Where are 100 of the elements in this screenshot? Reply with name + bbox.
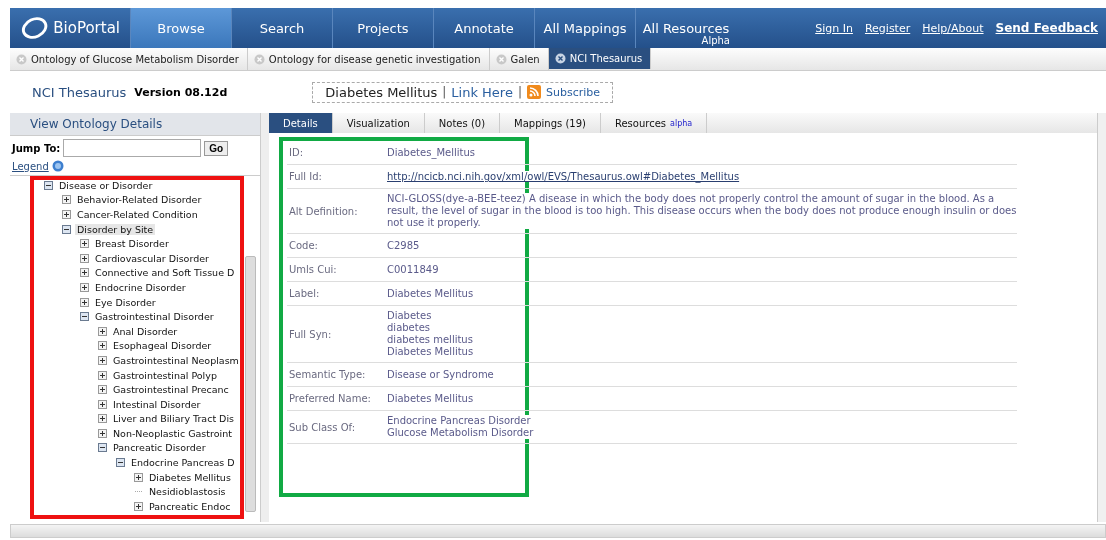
property-value: Glucose Metabolism Disorder bbox=[387, 427, 534, 439]
details-tab[interactable]: Visualization bbox=[332, 113, 425, 133]
expand-icon[interactable] bbox=[134, 501, 143, 511]
view-details-header[interactable]: View Ontology Details bbox=[10, 113, 260, 136]
nav-tab[interactable]: Browse bbox=[130, 8, 231, 48]
expand-icon[interactable] bbox=[80, 253, 89, 263]
header-link[interactable]: Help/About bbox=[922, 21, 984, 35]
expand-icon[interactable] bbox=[98, 399, 107, 409]
details-tab[interactable]: Notes (0) bbox=[424, 113, 501, 133]
ontology-tab[interactable]: Ontology for disease genetic investigation bbox=[247, 48, 490, 70]
property-value: Diabetes_Mellitus bbox=[387, 146, 475, 159]
tree-node[interactable]: Gastrointestinal Polyp bbox=[111, 369, 219, 381]
tree-node[interactable]: Gastrointestinal Neoplasm bbox=[111, 354, 241, 366]
help-icon[interactable] bbox=[51, 160, 64, 172]
property-value: Disease or Syndrome bbox=[387, 368, 494, 381]
tree-node[interactable]: Pancreatic Disorder bbox=[111, 442, 208, 454]
expand-icon[interactable] bbox=[98, 326, 107, 336]
header-link[interactable]: Send Feedback bbox=[995, 21, 1098, 35]
tree-node[interactable]: Cardiovascular Disorder bbox=[93, 252, 211, 264]
tree-node[interactable]: Disease or Disorder bbox=[57, 179, 155, 191]
collapse-icon[interactable] bbox=[116, 458, 125, 468]
property-label: Full Syn: bbox=[288, 328, 333, 340]
expand-icon[interactable] bbox=[98, 428, 107, 438]
ontology-tab[interactable]: Galen bbox=[489, 48, 549, 70]
tree-node[interactable]: Cancer-Related Condition bbox=[75, 209, 200, 220]
property-value: diabetes mellitus bbox=[387, 334, 474, 346]
expand-icon[interactable] bbox=[62, 210, 71, 219]
expand-icon[interactable] bbox=[98, 385, 107, 395]
details-tab[interactable]: Resources alpha bbox=[600, 113, 708, 133]
tree-node[interactable]: Eye Disorder bbox=[93, 296, 158, 308]
property-label: Alt Definition: bbox=[288, 205, 359, 217]
tree-node[interactable]: Intestinal Disorder bbox=[111, 398, 203, 410]
property-value: Diabetes Mellitus bbox=[387, 346, 474, 358]
subscribe-link[interactable]: Subscribe bbox=[546, 85, 601, 99]
expand-icon[interactable] bbox=[98, 370, 107, 380]
tree-node[interactable]: Liver and Biliary Tract Dis bbox=[111, 413, 237, 425]
property-label: Code: bbox=[288, 240, 319, 251]
tree-node[interactable]: Gastrointestinal Disorder bbox=[93, 311, 216, 323]
ontology-tab[interactable]: Ontology of Glucose Metabolism Disorder bbox=[10, 48, 248, 70]
jump-field[interactable] bbox=[63, 139, 202, 157]
legend-link[interactable]: Legend bbox=[12, 160, 49, 172]
ontology-tab[interactable]: NCI Thesaurus bbox=[548, 48, 652, 69]
header-link[interactable]: Register bbox=[864, 21, 911, 35]
property-value: Diabetes Mellitus bbox=[387, 392, 474, 405]
property-link[interactable]: http://ncicb.nci.nih.gov/xml/owl/EVS/Thesaurus.owl#Diabetes_Mellitus bbox=[387, 171, 740, 182]
close-icon[interactable] bbox=[554, 53, 566, 64]
ontology-version: Version 08.12d bbox=[134, 85, 229, 99]
expand-icon[interactable] bbox=[98, 414, 107, 424]
collapse-icon[interactable] bbox=[80, 312, 89, 322]
tree-node[interactable]: Behavior-Related Disorder bbox=[75, 194, 204, 206]
tree-node[interactable]: Diabetes Mellitus bbox=[147, 471, 233, 483]
separator: | bbox=[442, 85, 447, 99]
separator: | bbox=[517, 85, 522, 99]
expand-icon[interactable] bbox=[80, 282, 89, 292]
tree-node[interactable]: Esophageal Disorder bbox=[111, 340, 214, 352]
header-link[interactable]: Sign In bbox=[815, 21, 853, 35]
property-value: C0011849 bbox=[387, 263, 439, 276]
collapse-icon[interactable] bbox=[44, 180, 53, 190]
expand-icon[interactable] bbox=[98, 355, 107, 365]
jump-label: Jump To: bbox=[12, 142, 61, 154]
expand-icon[interactable] bbox=[80, 268, 89, 278]
tree-node[interactable]: Non-Neoplastic Gastroint bbox=[111, 427, 234, 439]
ring-logo-icon bbox=[20, 17, 50, 39]
expand-icon[interactable] bbox=[98, 341, 107, 351]
tree-node[interactable]: Connective and Soft Tissue D bbox=[93, 267, 237, 279]
expand-icon[interactable] bbox=[80, 239, 89, 249]
go-button[interactable]: Go bbox=[204, 140, 229, 156]
tree-node[interactable]: Pancreatic Endoc bbox=[147, 500, 233, 512]
property-value: Diabetes Mellitus bbox=[387, 287, 474, 300]
property-label: Preferred Name: bbox=[288, 393, 372, 404]
details-tab[interactable]: Mappings (19) bbox=[500, 113, 601, 133]
collapse-icon[interactable] bbox=[98, 443, 107, 453]
horizontal-scrollbar[interactable] bbox=[10, 524, 1106, 538]
property-label: Umls Cui: bbox=[288, 264, 338, 275]
property-label: ID: bbox=[288, 147, 305, 158]
property-label: Sub Class Of: bbox=[288, 421, 357, 433]
page-scrollbar[interactable] bbox=[1097, 113, 1106, 522]
expand-icon[interactable] bbox=[62, 195, 71, 205]
expand-icon[interactable] bbox=[80, 297, 89, 307]
tree-node[interactable]: Disorder by Site bbox=[75, 223, 156, 235]
property-label: Semantic Type: bbox=[288, 369, 367, 380]
property-label: Full Id: bbox=[288, 171, 323, 182]
link-here-link[interactable]: Link Here bbox=[451, 84, 513, 100]
details-tab[interactable]: Details bbox=[269, 113, 333, 133]
tree-node[interactable]: Anal Disorder bbox=[111, 325, 180, 337]
tree-node[interactable]: Endocrine Disorder bbox=[93, 281, 188, 293]
expand-icon[interactable] bbox=[134, 472, 143, 482]
tree-scrollbar[interactable] bbox=[245, 256, 256, 512]
tree-node[interactable]: Endocrine Pancreas D bbox=[129, 457, 237, 469]
property-label: Label: bbox=[288, 288, 321, 299]
rss-icon bbox=[527, 85, 541, 99]
tree-node[interactable]: Breast Disorder bbox=[93, 238, 171, 250]
bioportal-logo[interactable]: BioPortal bbox=[10, 8, 130, 48]
term-title: Diabetes Mellitus bbox=[325, 84, 438, 100]
property-value: NCI-GLOSS(dye-a-BEE-teez) A disease in which the body does not properly control the amount of sugar in the blood. As a result, the level of sugar in the blood is too high. This disease occurs when the body does not produce enough insulin or does not use it properly. bbox=[387, 193, 1017, 229]
property-value: Endocrine Pancreas Disorder bbox=[387, 415, 534, 427]
tree-node[interactable]: Gastrointestinal Precanc bbox=[111, 384, 231, 396]
property-value: C2985 bbox=[387, 239, 420, 252]
tree-node[interactable]: Nesidioblastosis bbox=[147, 486, 228, 498]
collapse-icon[interactable] bbox=[62, 224, 71, 234]
